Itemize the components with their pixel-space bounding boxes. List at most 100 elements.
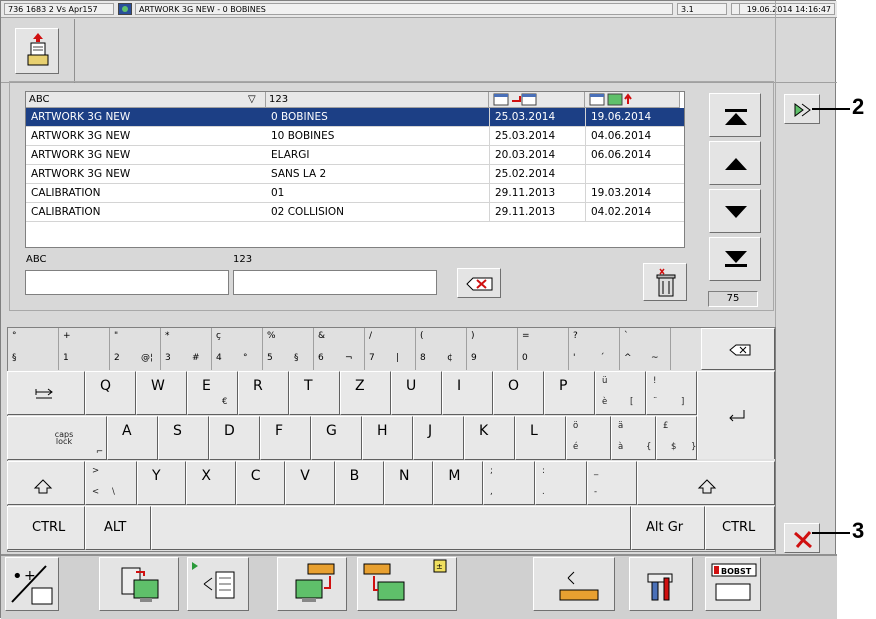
key-j[interactable]: J xyxy=(413,416,464,460)
key-symbol[interactable]: _ - xyxy=(587,461,637,505)
scroll-top-button[interactable] xyxy=(709,93,761,137)
key-number-5[interactable]: % 5 § xyxy=(263,328,314,370)
key-f[interactable]: F xyxy=(260,416,311,460)
key-t[interactable]: T xyxy=(289,371,340,415)
screen-transfer-button[interactable] xyxy=(99,557,179,611)
key-number-3[interactable]: * 3 # xyxy=(161,328,212,370)
svg-text:•: • xyxy=(12,566,23,587)
key-glyph: | xyxy=(396,353,400,363)
key-symbol[interactable]: öé xyxy=(566,416,611,460)
key-g[interactable]: G xyxy=(311,416,362,460)
key-glyph: 3 xyxy=(165,353,171,363)
scroll-up-button[interactable] xyxy=(709,141,761,185)
key-number-0[interactable]: ° § xyxy=(8,328,59,370)
key-symbol[interactable]: ! ¨] xyxy=(646,371,697,415)
key-m[interactable]: M xyxy=(433,461,483,505)
key-r[interactable]: R xyxy=(238,371,289,415)
key-s[interactable]: S xyxy=(158,416,209,460)
key-k[interactable]: K xyxy=(464,416,515,460)
scroll-bottom-button[interactable] xyxy=(709,237,761,281)
key-h[interactable]: H xyxy=(362,416,413,460)
export-button[interactable] xyxy=(15,28,59,74)
key-symbol[interactable]: ä à { xyxy=(611,416,656,460)
num-filter-input[interactable] xyxy=(233,270,437,295)
key-number-12[interactable]: ` ^ ~ xyxy=(620,328,671,370)
table-cell xyxy=(585,165,680,183)
key-tab[interactable] xyxy=(7,371,85,415)
abc-filter-input[interactable] xyxy=(25,270,229,295)
key-z[interactable]: Z xyxy=(340,371,391,415)
column-header-123[interactable]: 123 xyxy=(266,92,489,108)
machine-view-button[interactable] xyxy=(533,557,615,611)
key-q[interactable]: Q xyxy=(85,371,136,415)
key-e[interactable]: E € xyxy=(187,371,238,415)
key-symbol[interactable]: £ $} xyxy=(656,416,697,460)
key-a[interactable]: A xyxy=(107,416,158,460)
key-letter: K xyxy=(479,423,489,439)
key-n[interactable]: N xyxy=(384,461,434,505)
clear-filter-button[interactable] xyxy=(457,268,501,298)
key-alt[interactable]: ALT xyxy=(85,506,151,550)
key-space[interactable] xyxy=(151,506,631,550)
key-number-4[interactable]: ç 4 ° xyxy=(212,328,263,370)
key-number-2[interactable]: " 2 @ ¦ xyxy=(110,328,161,370)
table-row[interactable]: ARTWORK 3G NEW 0 BOBINES 25.03.2014 19.06.2… xyxy=(26,108,684,127)
key-letter: C xyxy=(250,468,261,484)
key-symbol[interactable]: :. xyxy=(535,461,587,505)
column-header-abc[interactable]: ABC ▽ xyxy=(26,92,266,108)
key-caps-lock[interactable]: caps lock ⌐ xyxy=(7,416,107,460)
delete-job-button[interactable] xyxy=(643,263,687,301)
key-b[interactable]: B xyxy=(334,461,384,505)
send-job-button[interactable] xyxy=(277,557,347,611)
key-d[interactable]: D xyxy=(209,416,260,460)
table-row[interactable]: ARTWORK 3G NEW 10 BOBINES 25.03.2014 04.06.… xyxy=(26,127,684,146)
job-settings-button[interactable] xyxy=(187,557,249,611)
job-list[interactable]: ABC ▽ 123 ARTWORK 3G NEW 0 BOBINES 25.03.20… xyxy=(25,91,685,248)
key-o[interactable]: O xyxy=(493,371,544,415)
key-number-11[interactable]: ? ' ´ xyxy=(569,328,620,370)
column-header-created[interactable] xyxy=(489,92,585,108)
table-row[interactable]: CALIBRATION 02 COLLISION 29.11.2013 04.02.2… xyxy=(26,203,684,222)
key-number-8[interactable]: (8 ¢ xyxy=(416,328,467,370)
key-letter: A xyxy=(122,423,132,439)
key-symbol[interactable]: ;, xyxy=(483,461,535,505)
key-number-7[interactable]: / 7 | xyxy=(365,328,416,370)
table-row[interactable]: CALIBRATION 01 29.11.2013 19.03.2014 xyxy=(26,184,684,203)
key-w[interactable]: W xyxy=(136,371,187,415)
callout-3: 3 xyxy=(852,518,865,543)
table-row[interactable]: ARTWORK 3G NEW SANS LA 2 25.02.2014 xyxy=(26,165,684,184)
column-header-modified[interactable] xyxy=(585,92,680,108)
key-number-10[interactable]: = 0 xyxy=(518,328,569,370)
bobst-info-button[interactable]: BOBST xyxy=(705,557,761,611)
key-x[interactable]: X xyxy=(186,461,236,505)
key-v[interactable]: V xyxy=(285,461,335,505)
key-number-6[interactable]: & 6 ¬ xyxy=(314,328,365,370)
table-row[interactable]: ARTWORK 3G NEW ELARGI 20.03.2014 06.06.2014 xyxy=(26,146,684,165)
bottom-bar-icon xyxy=(725,264,747,267)
key-shift-right[interactable] xyxy=(637,461,775,505)
key-number-9[interactable]: ) 9 xyxy=(467,328,518,370)
top-toolbar xyxy=(1,19,837,83)
receive-job-button[interactable]: ± xyxy=(357,557,457,611)
key-angle-brackets[interactable]: > < \ xyxy=(85,461,137,505)
key-c[interactable]: C xyxy=(235,461,286,505)
key-i[interactable]: I xyxy=(442,371,493,415)
key-symbol[interactable]: ü è [ xyxy=(595,371,646,415)
key-enter[interactable] xyxy=(697,371,775,459)
key-p[interactable]: P xyxy=(544,371,595,415)
key-glyph: ö xyxy=(573,421,579,431)
key-backspace[interactable] xyxy=(701,328,775,370)
key-y[interactable]: Y xyxy=(137,461,187,505)
scroll-down-button[interactable] xyxy=(709,189,761,233)
tools-button[interactable] xyxy=(629,557,693,611)
key-ctrl-right[interactable]: CTRL xyxy=(705,506,775,550)
plus-minus-button[interactable]: • + xyxy=(5,557,59,611)
key-l[interactable]: L xyxy=(515,416,566,460)
key-u[interactable]: U xyxy=(391,371,442,415)
key-ctrl-left[interactable]: CTRL xyxy=(7,506,85,550)
key-number-1[interactable]: +1 xyxy=(59,328,110,370)
key-shift-left[interactable] xyxy=(7,461,85,505)
cancel-button[interactable] xyxy=(784,523,820,553)
key-alt-gr[interactable]: Alt Gr xyxy=(631,506,705,550)
clear-x-icon xyxy=(466,277,493,291)
